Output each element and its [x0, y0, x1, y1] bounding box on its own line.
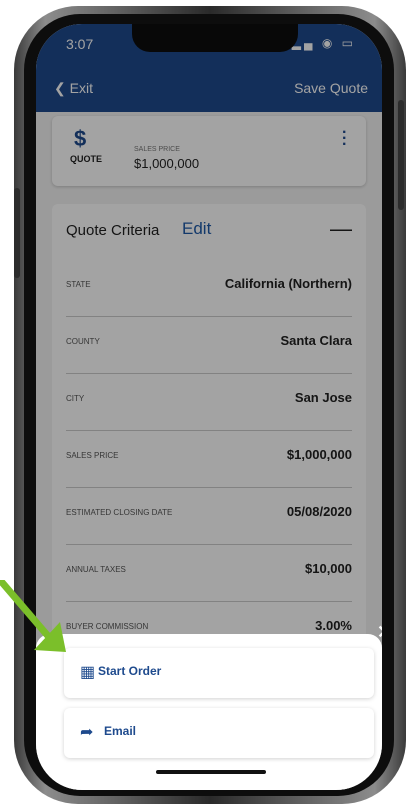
email-button[interactable]: ➦ Email: [64, 708, 374, 758]
phone-screen: 3:07 ▂▄ ◉ ▭ ❮ Exit Save Quote $ QUOTE SA…: [36, 24, 382, 790]
side-button: [398, 100, 404, 210]
share-arrow-icon: ➦: [80, 724, 94, 741]
start-order-button[interactable]: ▦ Start Order: [64, 648, 374, 698]
start-order-label: Start Order: [98, 664, 162, 678]
pointer-arrow-icon: [0, 580, 66, 652]
email-label: Email: [104, 724, 137, 738]
building-icon: ▦: [80, 664, 96, 681]
side-button: [14, 188, 20, 278]
home-indicator: [156, 770, 266, 774]
action-sheet: ▦ Start Order ➦ Email: [36, 634, 382, 790]
